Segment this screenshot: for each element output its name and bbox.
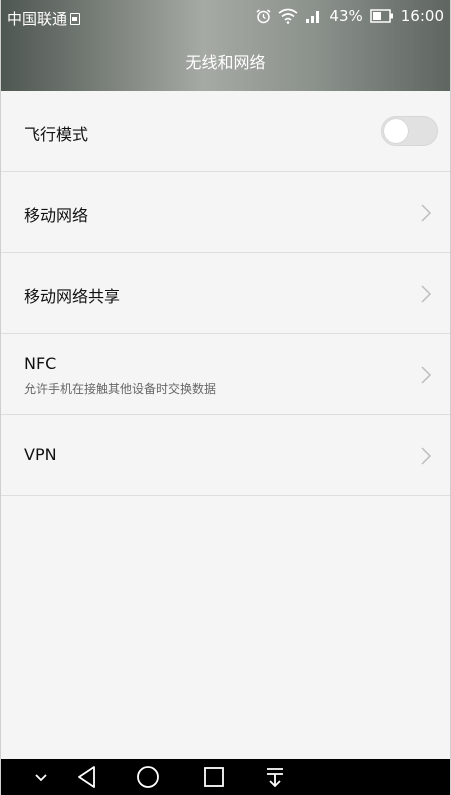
clock: 16:00: [400, 7, 444, 25]
page-title: 无线和网络: [185, 53, 266, 72]
sim-icon: [70, 13, 81, 25]
navigation-bar: [1, 759, 450, 795]
battery-icon: [370, 9, 393, 23]
tethering-label: 移动网络共享: [24, 287, 121, 306]
vpn-row[interactable]: VPN: [1, 415, 450, 496]
airplane-mode-label: 飞行模式: [24, 125, 89, 144]
vpn-label: VPN: [24, 445, 57, 464]
battery-percent: 43%: [329, 7, 363, 25]
chevron-right-icon: [421, 366, 432, 384]
nfc-description: 允许手机在接触其他设备时交换数据: [24, 382, 217, 396]
carrier-info: 中国联通: [7, 8, 81, 29]
notifications-icon[interactable]: [263, 765, 287, 789]
airplane-mode-toggle[interactable]: [381, 116, 438, 146]
carrier-name: 中国联通: [7, 10, 68, 28]
hide-nav-icon[interactable]: [29, 765, 53, 789]
status-icons: 43% 16:00: [256, 7, 444, 25]
nfc-row[interactable]: NFC 允许手机在接触其他设备时交换数据: [1, 334, 450, 415]
toggle-knob: [384, 119, 408, 143]
mobile-network-label: 移动网络: [24, 206, 89, 225]
chevron-right-icon: [421, 204, 432, 222]
wifi-icon: [278, 8, 298, 24]
status-bar: 中国联通 43% 16:00: [1, 0, 450, 34]
tethering-row[interactable]: 移动网络共享: [1, 253, 450, 334]
alarm-icon: [256, 8, 271, 23]
mobile-network-row[interactable]: 移动网络: [1, 172, 450, 253]
back-icon[interactable]: [75, 765, 99, 789]
nfc-label: NFC: [24, 354, 57, 373]
chevron-right-icon: [421, 285, 432, 303]
home-icon[interactable]: [136, 765, 160, 789]
signal-icon: [306, 10, 320, 23]
settings-list: 飞行模式 移动网络 移动网络共享 NFC 允许手机在接触其他设备时交换数据 VP…: [1, 91, 450, 496]
title-bar: 中国联通 43% 16:00 无线和网络: [1, 0, 450, 91]
airplane-mode-row[interactable]: 飞行模式: [1, 91, 450, 172]
recents-icon[interactable]: [202, 765, 226, 789]
screen: 中国联通 43% 16:00 无线和网络 飞行模式 移动网络 移动网络共享 NF…: [0, 0, 451, 795]
chevron-right-icon: [421, 447, 432, 465]
